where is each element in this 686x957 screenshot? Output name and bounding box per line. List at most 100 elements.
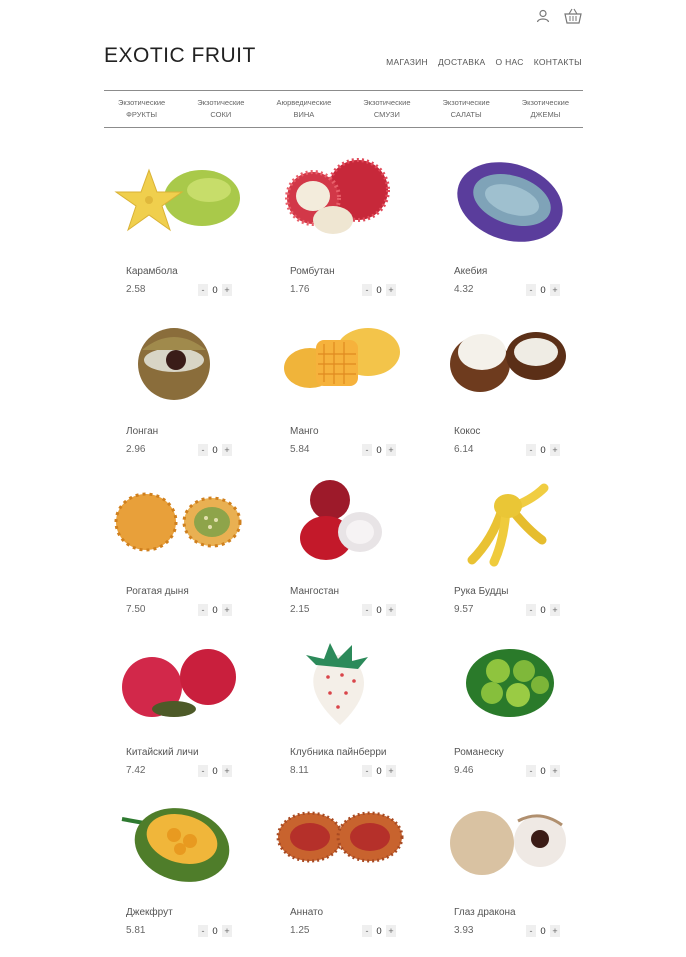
decrement-button[interactable]: - <box>198 444 208 456</box>
nav-shop[interactable]: МАГАЗИН <box>386 57 428 67</box>
product-card[interactable]: Аннато 1.25 - 0 + <box>268 791 408 941</box>
product-card[interactable]: Клубника пайнберри 8.11 - 0 + <box>268 631 408 781</box>
product-price: 2.58 <box>126 284 146 295</box>
quantity-stepper: - 0 + <box>526 444 560 456</box>
quantity-stepper: - 0 + <box>526 284 560 296</box>
product-card[interactable]: Лонган 2.96 - 0 + <box>104 310 244 460</box>
longan-image <box>138 328 210 400</box>
product-card[interactable]: Романеску 9.46 - 0 + <box>432 631 572 781</box>
product-price: 9.57 <box>454 604 474 615</box>
decrement-button[interactable]: - <box>198 284 208 296</box>
increment-button[interactable]: + <box>386 765 396 777</box>
quantity-value: 0 <box>376 765 382 777</box>
increment-button[interactable]: + <box>222 284 232 296</box>
increment-button[interactable]: + <box>386 925 396 937</box>
quantity-value: 0 <box>376 284 382 296</box>
quantity-value: 0 <box>540 444 546 456</box>
quantity-value: 0 <box>212 925 218 937</box>
quantity-stepper: - 0 + <box>198 925 232 937</box>
carambola-image <box>114 168 240 232</box>
quantity-stepper: - 0 + <box>198 444 232 456</box>
product-card[interactable]: Ромбутан 1.76 - 0 + <box>268 150 408 300</box>
decrement-button[interactable]: - <box>198 765 208 777</box>
increment-button[interactable]: + <box>550 765 560 777</box>
product-card[interactable]: Акебия 4.32 - 0 + <box>432 150 572 300</box>
category-bar: Экзотические ФРУКТЫ Экзотические СОКИ Аюрв… <box>104 90 583 128</box>
quantity-value: 0 <box>540 284 546 296</box>
quantity-value: 0 <box>540 925 546 937</box>
product-price: 2.96 <box>126 444 146 455</box>
decrement-button[interactable]: - <box>526 604 536 616</box>
category-smoothies[interactable]: Экзотические СМУЗИ <box>363 97 410 121</box>
decrement-button[interactable]: - <box>526 765 536 777</box>
decrement-button[interactable]: - <box>362 604 372 616</box>
increment-button[interactable]: + <box>550 444 560 456</box>
increment-button[interactable]: + <box>550 925 560 937</box>
quantity-stepper: - 0 + <box>362 765 396 777</box>
mango-image <box>284 328 400 388</box>
product-card[interactable]: Рука Будды 9.57 - 0 + <box>432 470 572 620</box>
nav-contacts[interactable]: КОНТАКТЫ <box>534 57 582 67</box>
quantity-stepper: - 0 + <box>526 765 560 777</box>
increment-button[interactable]: + <box>386 604 396 616</box>
nav-about[interactable]: О НАС <box>496 57 524 67</box>
header-icons <box>536 8 582 24</box>
user-icon[interactable] <box>536 9 550 23</box>
decrement-button[interactable]: - <box>526 284 536 296</box>
product-card[interactable]: Рогатая дыня 7.50 - 0 + <box>104 470 244 620</box>
product-card[interactable]: Мангостан 2.15 - 0 + <box>268 470 408 620</box>
product-name: Акебия <box>454 266 488 277</box>
quantity-stepper: - 0 + <box>362 444 396 456</box>
decrement-button[interactable]: - <box>526 444 536 456</box>
product-name: Карамбола <box>126 266 178 277</box>
product-card[interactable]: Глаз дракона 3.93 - 0 + <box>432 791 572 941</box>
category-salads[interactable]: Экзотические САЛАТЫ <box>443 97 490 121</box>
product-card[interactable]: Кокос 6.14 - 0 + <box>432 310 572 460</box>
product-card[interactable]: Манго 5.84 - 0 + <box>268 310 408 460</box>
quantity-value: 0 <box>376 444 382 456</box>
product-name: Джекфрут <box>126 907 173 918</box>
increment-button[interactable]: + <box>550 604 560 616</box>
increment-button[interactable]: + <box>222 444 232 456</box>
category-jams[interactable]: Экзотические ДЖЕМЫ <box>522 97 569 121</box>
quantity-value: 0 <box>376 604 382 616</box>
quantity-value: 0 <box>212 444 218 456</box>
lychee-image <box>122 649 236 717</box>
product-price: 1.76 <box>290 284 310 295</box>
decrement-button[interactable]: - <box>198 604 208 616</box>
romanesco-image <box>466 649 554 717</box>
category-fruits[interactable]: Экзотические ФРУКТЫ <box>118 97 165 121</box>
quantity-stepper: - 0 + <box>526 925 560 937</box>
increment-button[interactable]: + <box>222 604 232 616</box>
product-name: Мангостан <box>290 586 340 597</box>
decrement-button[interactable]: - <box>362 925 372 937</box>
brand-logo[interactable]: EXOTIC FRUIT <box>104 44 256 68</box>
product-name: Глаз дракона <box>454 907 516 918</box>
increment-button[interactable]: + <box>386 284 396 296</box>
decrement-button[interactable]: - <box>198 925 208 937</box>
quantity-value: 0 <box>540 604 546 616</box>
quantity-stepper: - 0 + <box>198 765 232 777</box>
product-price: 8.11 <box>290 765 309 776</box>
nav-delivery[interactable]: ДОСТАВКА <box>438 57 486 67</box>
product-card[interactable]: Джекфрут 5.81 - 0 + <box>104 791 244 941</box>
decrement-button[interactable]: - <box>362 284 372 296</box>
akebia-image <box>457 162 563 242</box>
basket-icon[interactable] <box>564 8 582 24</box>
increment-button[interactable]: + <box>222 765 232 777</box>
product-price: 5.84 <box>290 444 310 455</box>
decrement-button[interactable]: - <box>362 444 372 456</box>
product-card[interactable]: Карамбола 2.58 - 0 + <box>104 150 244 300</box>
category-wines[interactable]: Аюрведические ВИНА <box>277 97 332 121</box>
decrement-button[interactable]: - <box>526 925 536 937</box>
category-juices[interactable]: Экзотические СОКИ <box>197 97 244 121</box>
decrement-button[interactable]: - <box>362 765 372 777</box>
increment-button[interactable]: + <box>222 925 232 937</box>
product-price: 1.25 <box>290 925 310 936</box>
quantity-value: 0 <box>212 604 218 616</box>
increment-button[interactable]: + <box>386 444 396 456</box>
increment-button[interactable]: + <box>550 284 560 296</box>
product-card[interactable]: Китайский личи 7.42 - 0 + <box>104 631 244 781</box>
product-price: 6.14 <box>454 444 474 455</box>
product-name: Рука Будды <box>454 586 509 597</box>
